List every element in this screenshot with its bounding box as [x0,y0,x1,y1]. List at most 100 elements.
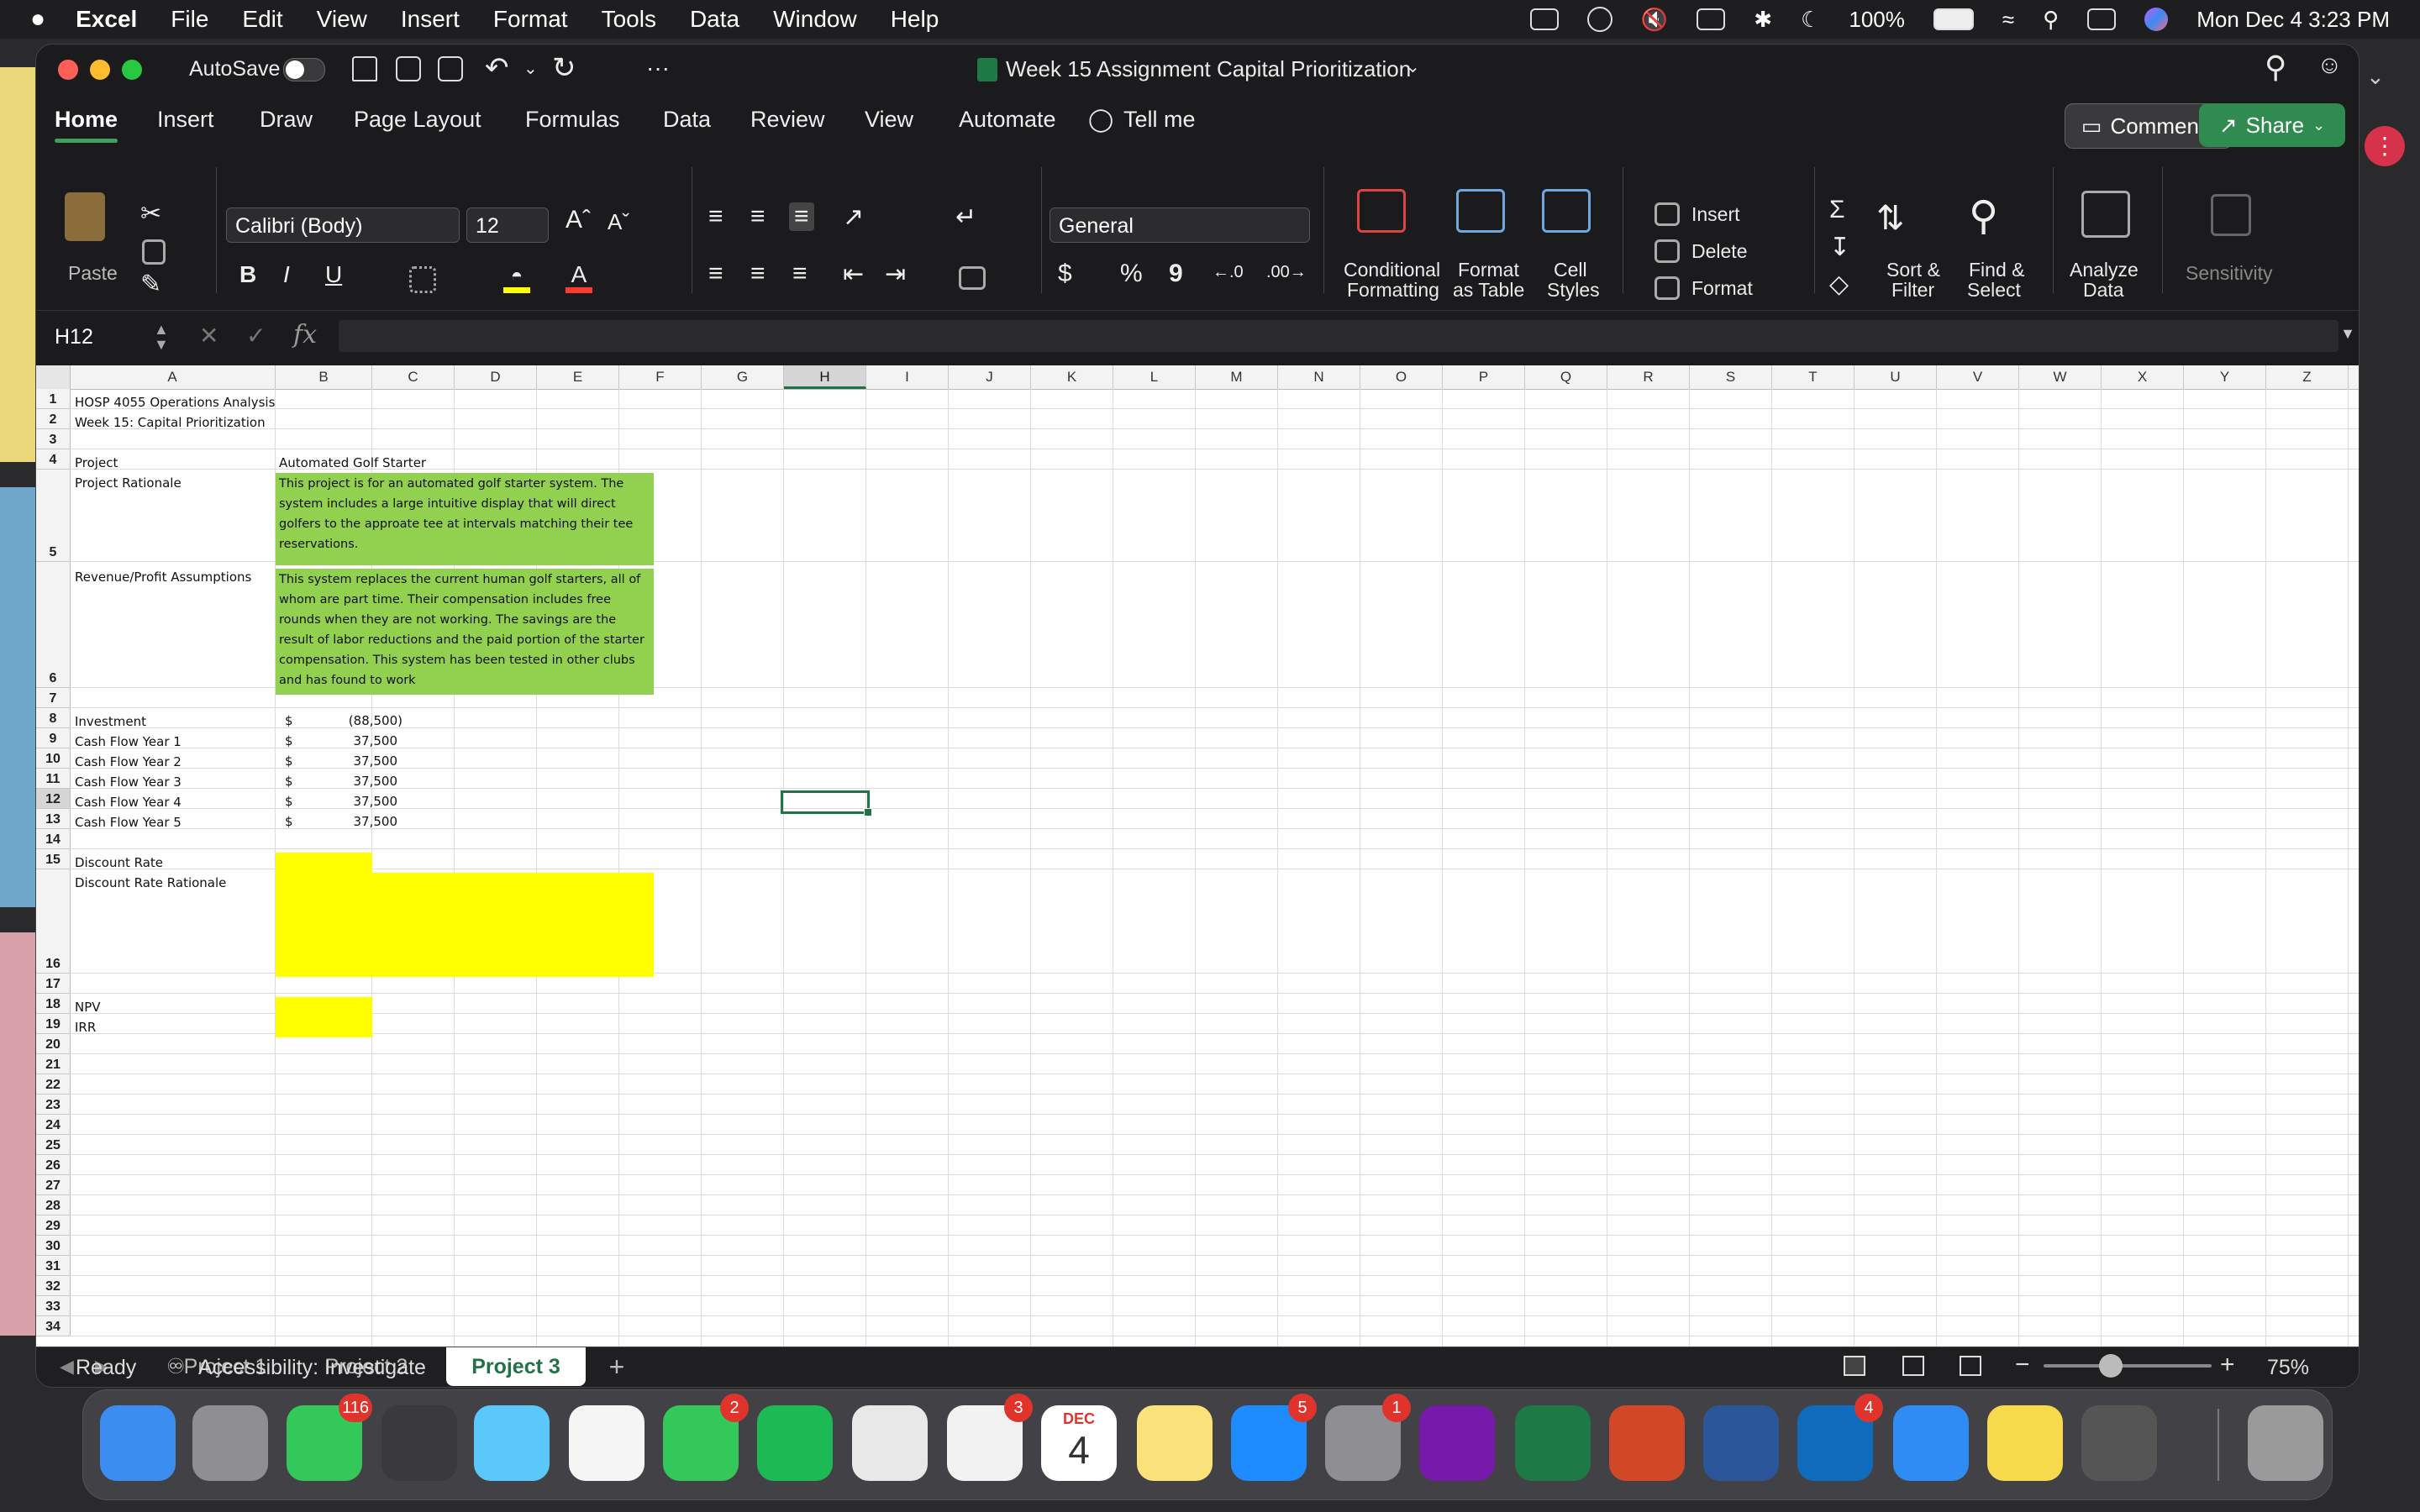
column-header-H[interactable]: H [784,365,866,389]
tab-data[interactable]: Data [663,107,711,133]
increase-decimal-icon[interactable]: ←.0 [1213,263,1244,282]
control-center-icon[interactable] [2087,8,2117,30]
search-icon[interactable]: ⚲ [2265,50,2286,85]
cell-A12[interactable]: Cash Flow Year 4 [75,794,182,811]
column-header-N[interactable]: N [1278,365,1360,389]
row-header-2[interactable]: 2 [36,409,70,429]
tab-page-layout[interactable]: Page Layout [354,107,481,133]
cell-B10-value[interactable]: 37,500 [354,753,398,769]
app-store-icon[interactable]: 5 [1231,1394,1317,1481]
row-header-6[interactable]: 6 [36,562,70,688]
cell-B11-symbol[interactable]: $ [285,774,293,789]
column-header-D[interactable]: D [455,365,537,389]
app-menu[interactable]: Excel [76,6,137,33]
column-header-O[interactable]: O [1360,365,1443,389]
analyze-data-icon[interactable] [2081,191,2130,238]
cell-B13-value[interactable]: 37,500 [354,814,398,829]
analyze-data-label-1[interactable]: Analyze [2070,260,2139,281]
column-header-B[interactable]: B [276,365,372,389]
row-header-10[interactable]: 10 [36,748,70,769]
cell-A10[interactable]: Cash Flow Year 2 [75,753,182,770]
bluetooth-icon[interactable]: ✱ [1754,7,1772,33]
background-window-more-icon[interactable]: ⋮ [2365,126,2405,166]
cell-A16[interactable]: Discount Rate Rationale [75,874,226,891]
column-header-A[interactable]: A [70,365,276,389]
row-header-11[interactable]: 11 [36,769,70,789]
outlook-icon[interactable]: 4 [1797,1394,1883,1481]
document-title[interactable]: Week 15 Assignment Capital Prioritizatio… [1006,56,1411,82]
column-header-X[interactable]: X [2102,365,2184,389]
save-icon[interactable] [396,56,421,81]
align-top-icon[interactable]: ≡ [708,202,723,231]
orientation-icon[interactable]: ↗ [843,202,864,232]
menu-format[interactable]: Format [493,6,568,33]
chrome-icon[interactable] [852,1405,928,1481]
format-as-table-label-2[interactable]: as Table [1453,280,1524,301]
tab-view[interactable]: View [865,107,913,133]
zoom-slider[interactable] [2044,1364,2212,1368]
row-header-19[interactable]: 19 [36,1014,70,1034]
column-header-I[interactable]: I [866,365,949,389]
font-color-icon[interactable]: A [566,261,592,293]
select-all-corner[interactable] [36,365,71,389]
cell-A11[interactable]: Cash Flow Year 3 [75,774,182,790]
align-left-icon[interactable]: ≡ [708,260,723,288]
copy-icon[interactable] [142,239,166,265]
column-header-M[interactable]: M [1196,365,1278,389]
increase-font-size-icon[interactable]: Aˆ [566,206,591,234]
conditional-formatting-label-1[interactable]: Conditional [1344,260,1440,281]
italic-button[interactable]: I [283,261,290,288]
row-header-15[interactable]: 15 [36,849,70,869]
column-header-V[interactable]: V [1937,365,2019,389]
cell-A9[interactable]: Cash Flow Year 1 [75,733,182,750]
row-header-34[interactable]: 34 [36,1316,70,1336]
word-icon[interactable] [1703,1405,1779,1481]
account-icon[interactable]: ☺ [2317,51,2343,80]
align-center-icon[interactable]: ≡ [750,260,765,288]
align-middle-icon[interactable]: ≡ [750,202,765,231]
row-header-27[interactable]: 27 [36,1175,70,1195]
format-as-table-icon[interactable] [1456,189,1505,233]
column-header-Q[interactable]: Q [1525,365,1607,389]
zoom-in-button[interactable]: + [2220,1351,2235,1379]
expand-formula-bar-icon[interactable]: ▼ [2340,325,2355,343]
messages-icon[interactable]: 116 [287,1394,372,1481]
accessibility-icon[interactable]: ♾ [166,1354,185,1379]
row-header-5[interactable]: 5 [36,470,70,562]
font-name-dropdown[interactable]: Calibri (Body) [226,207,460,243]
currency-format-button[interactable]: $ [1058,260,1072,288]
column-header-C[interactable]: C [372,365,455,389]
cell-B11-value[interactable]: 37,500 [354,774,398,789]
insert-cells-icon[interactable] [1655,202,1680,226]
cell-B8-symbol[interactable]: $ [285,713,293,728]
column-header-E[interactable]: E [537,365,619,389]
cell-B6[interactable]: This system replaces the current human g… [276,569,654,691]
column-header-G[interactable]: G [702,365,784,389]
notes-icon[interactable] [1137,1405,1213,1481]
align-bottom-icon[interactable]: ≡ [789,202,814,231]
save-as-icon[interactable] [438,56,463,81]
autosum-icon[interactable]: Σ [1829,196,1845,224]
sort-filter-icon[interactable]: ⇅ [1876,199,1905,238]
worksheet-grid[interactable]: ABCDEFGHIJKLMNOPQRSTUVWXYZ 1 2 3 4 5 6 7 8 9 10 11… [36,365,2359,1347]
row-header-21[interactable]: 21 [36,1054,70,1074]
paste-label[interactable]: Paste [68,263,118,284]
cell-B9-symbol[interactable]: $ [285,733,293,748]
cell-B4[interactable]: Automated Golf Starter [279,454,426,471]
sort-filter-label-1[interactable]: Sort & [1886,260,1940,281]
safari-icon[interactable] [1893,1405,1969,1481]
borders-icon[interactable] [409,266,436,293]
tell-me-search[interactable]: Tell me [1123,107,1196,133]
column-header-Y[interactable]: Y [2184,365,2266,389]
spotify-icon[interactable] [757,1405,833,1481]
find-select-label-1[interactable]: Find & [1969,260,2024,281]
column-header-J[interactable]: J [949,365,1031,389]
cell-B9-value[interactable]: 37,500 [354,733,398,748]
column-header-U[interactable]: U [1854,365,1937,389]
row-header-12[interactable]: 12 [36,789,70,809]
share-button[interactable]: ↗ Share ⌄ [2199,103,2345,147]
cell-B13-symbol[interactable]: $ [285,814,293,829]
photos-icon[interactable] [569,1405,644,1481]
maps-icon[interactable] [474,1405,550,1481]
name-box-stepper-icon[interactable]: ▲ ▼ [154,322,169,352]
